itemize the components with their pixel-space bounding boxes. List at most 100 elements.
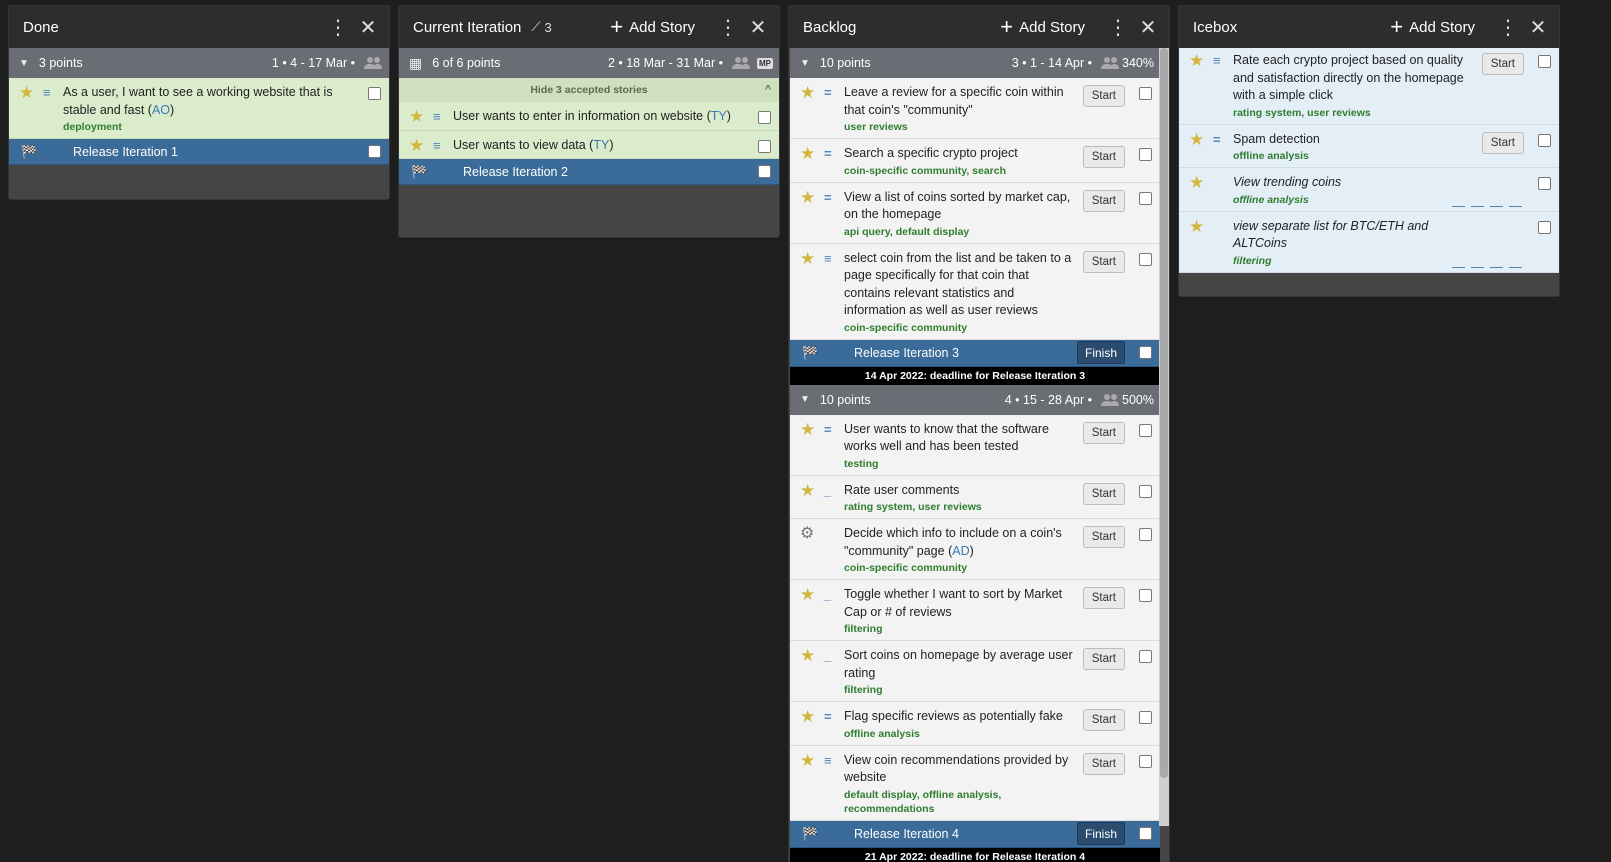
story-labels[interactable]: rating system, user reviews bbox=[1233, 106, 1476, 120]
select-checkbox[interactable] bbox=[1139, 346, 1152, 359]
story-labels[interactable]: filtering bbox=[1233, 254, 1446, 268]
done-iteration-header[interactable]: ▼ 3 points 1 • 4 - 17 Mar • bbox=[9, 48, 389, 78]
current-menu-icon[interactable]: ⋮ bbox=[717, 15, 739, 40]
done-close-icon[interactable]: ✕ bbox=[357, 15, 379, 40]
story-owner[interactable]: AD bbox=[952, 544, 969, 558]
backlog-menu-icon[interactable]: ⋮ bbox=[1107, 15, 1129, 40]
start-button[interactable]: Start bbox=[1082, 189, 1125, 212]
finish-button[interactable]: Finish bbox=[1076, 822, 1125, 845]
start-button[interactable]: Start bbox=[1082, 421, 1125, 444]
collapse-caret-icon[interactable]: ▼ bbox=[800, 58, 810, 69]
start-button[interactable]: Start bbox=[1082, 709, 1125, 731]
add-story-button[interactable]: + Add Story bbox=[610, 16, 695, 38]
start-button[interactable]: Start bbox=[1082, 250, 1125, 273]
start-button[interactable]: Start bbox=[1082, 146, 1125, 168]
estimate-picker[interactable] bbox=[1452, 222, 1522, 268]
story-row[interactable]: ★ _ Sort coins on homepage by average us… bbox=[790, 641, 1160, 702]
story-row[interactable]: ★ = Flag specific reviews as potentially… bbox=[790, 702, 1160, 746]
select-checkbox[interactable] bbox=[1139, 191, 1152, 205]
done-menu-icon[interactable]: ⋮ bbox=[327, 15, 349, 40]
story-labels[interactable]: coin-specific community bbox=[844, 561, 1077, 575]
icebox-close-icon[interactable]: ✕ bbox=[1527, 15, 1549, 40]
release-row[interactable]: 🏁 Release Iteration 2 bbox=[399, 159, 779, 185]
story-labels[interactable]: api query, default display bbox=[844, 225, 1077, 239]
story-row[interactable]: ★ ≡ View coin recommendations provided b… bbox=[790, 745, 1160, 821]
select-checkbox[interactable] bbox=[1538, 177, 1551, 190]
select-checkbox[interactable] bbox=[368, 145, 381, 158]
story-row[interactable]: ★ = View a list of coins sorted by marke… bbox=[790, 182, 1160, 244]
story-labels[interactable]: rating system, user reviews bbox=[844, 500, 1077, 514]
select-checkbox[interactable] bbox=[1139, 252, 1152, 266]
story-labels[interactable]: offline analysis bbox=[1233, 193, 1446, 207]
select-checkbox[interactable] bbox=[758, 111, 771, 124]
select-checkbox[interactable] bbox=[1538, 133, 1551, 147]
story-labels[interactable]: default display, offline analysis, recom… bbox=[844, 788, 1077, 816]
start-button[interactable]: Start bbox=[1082, 587, 1125, 609]
select-checkbox[interactable] bbox=[1139, 827, 1152, 840]
select-checkbox[interactable] bbox=[1538, 220, 1551, 234]
current-close-icon[interactable]: ✕ bbox=[747, 15, 769, 40]
backlog-close-icon[interactable]: ✕ bbox=[1137, 15, 1159, 40]
story-row[interactable]: ★ ≡ As a user, I want to see a working w… bbox=[9, 78, 389, 139]
story-row[interactable]: ★ = Spam detection offline analysis Star… bbox=[1179, 124, 1559, 168]
collapse-caret-icon[interactable]: ▼ bbox=[800, 394, 810, 405]
story-labels[interactable]: deployment bbox=[63, 120, 362, 134]
select-checkbox[interactable] bbox=[1139, 650, 1152, 663]
story-row[interactable]: ★ = Search a specific crypto project coi… bbox=[790, 139, 1160, 183]
story-row[interactable]: ★ _ Rate user comments rating system, us… bbox=[790, 475, 1160, 519]
select-checkbox[interactable] bbox=[1538, 55, 1551, 68]
hide-accepted-toggle[interactable]: Hide 3 accepted stories ^ bbox=[399, 78, 779, 102]
story-row[interactable]: ★ _ Toggle whether I want to sort by Mar… bbox=[790, 580, 1160, 641]
story-row[interactable]: ★ ≡ Rate each crypto project based on qu… bbox=[1179, 48, 1559, 125]
story-row[interactable]: ⚙ Decide which info to include on a coin… bbox=[790, 519, 1160, 580]
select-checkbox[interactable] bbox=[1139, 754, 1152, 768]
story-row[interactable]: ★ = User wants to know that the software… bbox=[790, 414, 1160, 476]
select-checkbox[interactable] bbox=[368, 87, 381, 100]
story-labels[interactable]: user reviews bbox=[844, 120, 1077, 134]
release-row[interactable]: 🏁 Release Iteration 1 bbox=[9, 139, 389, 165]
add-story-button[interactable]: + Add Story bbox=[1000, 16, 1085, 38]
story-row[interactable]: ★ = Leave a review for a specific coin w… bbox=[790, 78, 1160, 139]
story-row[interactable]: ★ View trending coins offline analysis bbox=[1179, 168, 1559, 212]
release-row[interactable]: 🏁 Release Iteration 4 Finish bbox=[790, 820, 1160, 848]
start-button[interactable]: Start bbox=[1082, 85, 1125, 107]
estimate-picker[interactable] bbox=[1452, 178, 1522, 207]
select-checkbox[interactable] bbox=[1139, 589, 1152, 602]
current-iteration-header[interactable]: ▦ 6 of 6 points 2 • 18 Mar - 31 Mar • MP bbox=[399, 48, 779, 78]
select-checkbox[interactable] bbox=[758, 165, 771, 178]
finish-button[interactable]: Finish bbox=[1076, 341, 1125, 364]
story-labels[interactable]: offline analysis bbox=[1233, 149, 1476, 163]
story-labels[interactable]: filtering bbox=[844, 622, 1077, 636]
story-row[interactable]: ★ ≡ select coin from the list and be tak… bbox=[790, 243, 1160, 340]
backlog-iteration-header[interactable]: ▼ 10 points 4 • 15 - 28 Apr • 500% bbox=[790, 384, 1160, 415]
select-checkbox[interactable] bbox=[1139, 711, 1152, 724]
backlog-iteration-header[interactable]: ▼ 10 points 3 • 1 - 14 Apr • 340% bbox=[790, 48, 1160, 78]
story-row[interactable]: ★ view separate list for BTC/ETH and ALT… bbox=[1179, 211, 1559, 273]
story-owner[interactable]: TY bbox=[711, 109, 727, 123]
story-row[interactable]: ★ ≡ User wants to view data (TY) bbox=[399, 130, 779, 159]
start-button[interactable]: Start bbox=[1481, 53, 1524, 75]
story-labels[interactable]: filtering bbox=[844, 683, 1077, 697]
start-button[interactable]: Start bbox=[1481, 131, 1524, 154]
backlog-scroll-thumb[interactable] bbox=[1160, 48, 1168, 778]
start-button[interactable]: Start bbox=[1082, 526, 1125, 548]
start-button[interactable]: Start bbox=[1082, 648, 1125, 670]
backlog-scroll-area[interactable]: ▼ 10 points 3 • 1 - 14 Apr • 340% ★ = Le… bbox=[790, 48, 1160, 862]
release-row[interactable]: 🏁 Release Iteration 3 Finish bbox=[790, 339, 1160, 367]
story-labels[interactable]: offline analysis bbox=[844, 727, 1077, 741]
select-checkbox[interactable] bbox=[758, 139, 771, 153]
story-owner[interactable]: AO bbox=[152, 103, 170, 117]
select-checkbox[interactable] bbox=[1139, 528, 1152, 541]
select-checkbox[interactable] bbox=[1139, 484, 1152, 498]
add-story-button[interactable]: + Add Story bbox=[1390, 16, 1475, 38]
story-labels[interactable]: testing bbox=[844, 457, 1077, 471]
story-row[interactable]: ★ ≡ User wants to enter in information o… bbox=[399, 102, 779, 131]
select-checkbox[interactable] bbox=[1139, 423, 1152, 437]
story-labels[interactable]: coin-specific community, search bbox=[844, 164, 1077, 178]
icebox-menu-icon[interactable]: ⋮ bbox=[1497, 15, 1519, 40]
story-labels[interactable]: coin-specific community bbox=[844, 321, 1077, 335]
start-button[interactable]: Start bbox=[1082, 482, 1125, 505]
select-checkbox[interactable] bbox=[1139, 87, 1152, 100]
story-owner[interactable]: TY bbox=[593, 138, 609, 152]
start-button[interactable]: Start bbox=[1082, 752, 1125, 775]
